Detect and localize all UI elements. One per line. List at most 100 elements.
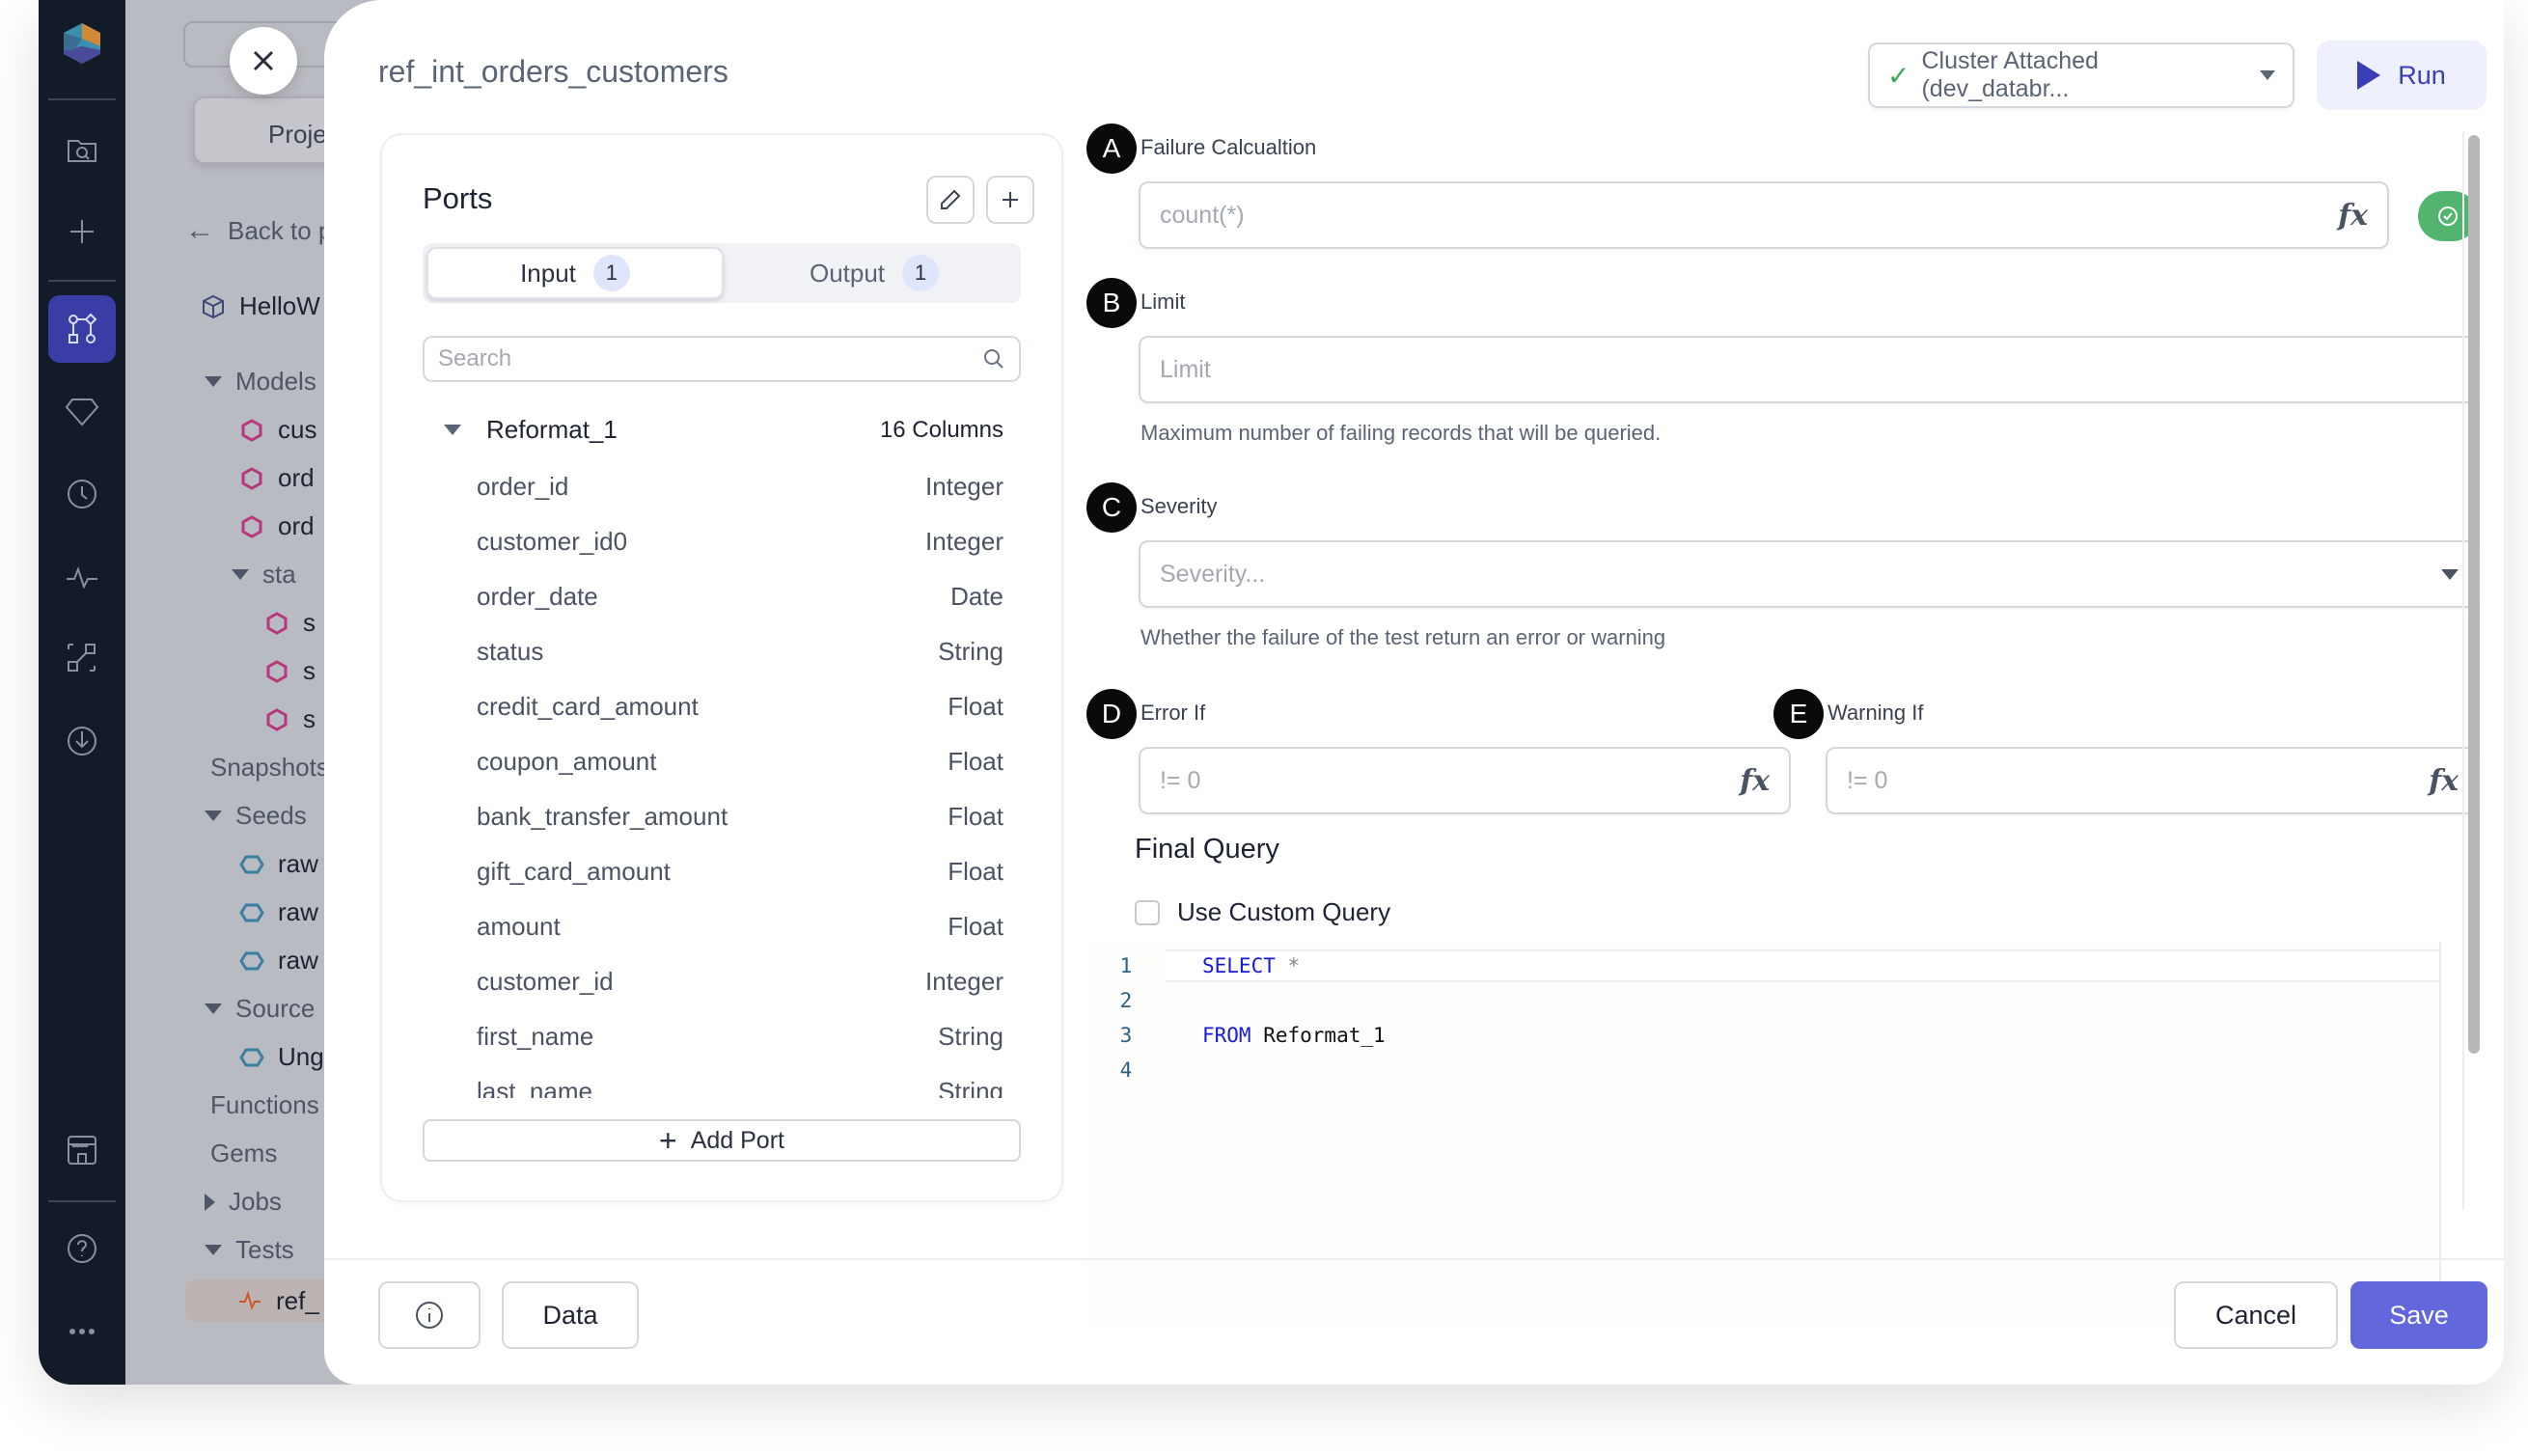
port-direction-tabs: Input 1 Output 1 [423, 243, 1021, 303]
column-row[interactable]: customer_id0 Integer [477, 514, 1003, 569]
column-type: Date [950, 582, 1003, 611]
footer-divider [324, 1258, 2504, 1260]
checkbox[interactable] [1135, 899, 1160, 925]
info-button[interactable] [378, 1281, 481, 1349]
warning-if-input[interactable]: != 0 fx [1826, 747, 2480, 814]
app-logo [64, 23, 100, 64]
close-button[interactable] [230, 27, 297, 95]
column-name: order_date [477, 582, 598, 611]
sql-editor[interactable]: 1 SELECT * 2 3 FROM Reformat_1 4 [1086, 942, 2441, 1328]
code-text: SELECT * [1166, 949, 2439, 982]
back-to-projects-link[interactable]: ← Back to p [185, 214, 332, 247]
modal-title: ref_int_orders_customers [378, 54, 728, 89]
column-row[interactable]: amount Float [477, 899, 1003, 954]
tree-item[interactable]: Source [205, 994, 315, 1024]
rail-item-help[interactable] [53, 1220, 111, 1277]
tree-item[interactable]: s [264, 608, 316, 638]
test-pulse-icon [239, 1290, 261, 1310]
pulse-icon [67, 566, 97, 590]
ports-search-input[interactable]: Search [423, 336, 1021, 382]
column-row[interactable]: bank_transfer_amount Float [477, 789, 1003, 844]
cluster-select[interactable]: ✓ Cluster Attached (dev_databr... [1868, 42, 2294, 108]
cancel-button[interactable]: Cancel [2174, 1281, 2338, 1349]
tree-item[interactable]: Jobs [205, 1187, 282, 1217]
lineage-icon [68, 644, 96, 672]
rail-item-more[interactable] [53, 1303, 111, 1360]
column-row[interactable]: coupon_amount Float [477, 734, 1003, 789]
code-line[interactable]: 2 [1086, 984, 2439, 1017]
arrow-left-icon: ← [185, 214, 214, 246]
tree-item[interactable]: raw [239, 897, 318, 927]
use-custom-query-checkbox[interactable]: Use Custom Query [1135, 897, 1390, 927]
failure-calculation-input[interactable]: count(*) fx [1139, 181, 2389, 249]
column-row[interactable]: status String [477, 624, 1003, 679]
tree-item[interactable]: Ung [239, 1042, 324, 1072]
tree-item[interactable]: Seeds [205, 801, 307, 831]
model-hexagon-icon [241, 418, 262, 442]
fx-icon[interactable]: fx [2429, 764, 2459, 798]
column-name: customer_id0 [477, 527, 628, 556]
save-button[interactable]: Save [2350, 1281, 2487, 1349]
column-row[interactable]: customer_id Integer [477, 954, 1003, 1009]
tree-item[interactable]: sta [232, 560, 296, 590]
pencil-icon [941, 189, 961, 209]
column-name: bank_transfer_amount [477, 802, 728, 831]
edit-ports-button[interactable] [926, 176, 975, 224]
column-row[interactable]: first_name String [477, 1009, 1003, 1064]
rail-item-jobs[interactable] [53, 465, 111, 523]
port-group-row[interactable]: Reformat_1 16 Columns [444, 415, 1003, 445]
form-scrollbar-thumb[interactable] [2468, 135, 2480, 1054]
error-if-input[interactable]: != 0 fx [1139, 747, 1791, 814]
rail-item-lineage[interactable] [53, 629, 111, 687]
rail-item-project-search[interactable] [53, 120, 111, 178]
tree-item[interactable]: raw [239, 946, 318, 975]
column-row[interactable]: order_id Integer [477, 459, 1003, 514]
rail-item-pipelines[interactable] [48, 295, 116, 363]
code-line[interactable]: 3 FROM Reformat_1 [1086, 1019, 2439, 1052]
project-root[interactable]: HelloW [201, 291, 320, 321]
tree-item[interactable]: Tests [205, 1235, 294, 1265]
info-icon [416, 1302, 443, 1329]
rail-item-marketplace[interactable] [53, 1121, 111, 1179]
fx-icon[interactable]: fx [1740, 764, 1770, 798]
tree-item[interactable]: raw [239, 849, 318, 879]
tree-item[interactable]: cus [239, 415, 316, 445]
column-row[interactable]: order_date Date [477, 569, 1003, 624]
tree-item[interactable]: Functions [210, 1090, 319, 1120]
severity-help: Whether the failure of the test return a… [1140, 625, 1666, 649]
model-hexagon-icon [266, 707, 288, 731]
limit-input[interactable]: Limit [1139, 336, 2480, 403]
severity-select[interactable]: Severity... [1139, 540, 2480, 608]
count-badge: 1 [902, 255, 940, 291]
rail-item-gems[interactable] [53, 382, 111, 440]
limit-help: Maximum number of failing records that w… [1140, 421, 1662, 445]
tree-item[interactable]: ord [239, 511, 315, 541]
code-line[interactable]: 1 SELECT * [1086, 949, 2439, 982]
column-row[interactable]: last_name String [477, 1064, 1003, 1098]
data-button[interactable]: Data [502, 1281, 639, 1349]
tree-item[interactable]: Snapshots [210, 753, 329, 783]
marker-b: B [1086, 278, 1137, 328]
tab-output[interactable]: Output 1 [728, 243, 1021, 303]
code-line[interactable]: 4 [1086, 1054, 2439, 1086]
add-port-button[interactable]: + Add Port [423, 1119, 1021, 1162]
clock-icon [68, 480, 96, 508]
rail-item-import[interactable] [53, 712, 111, 770]
tree-item[interactable]: s [264, 656, 316, 686]
limit-label: Limit [1140, 289, 1186, 314]
column-row[interactable]: gift_card_amount Float [477, 844, 1003, 899]
line-number: 3 [1119, 1024, 1133, 1047]
rail-item-add[interactable] [53, 203, 111, 261]
column-list[interactable]: order_id Integer customer_id0 Integer order_… [477, 459, 1003, 1098]
rail-item-observability[interactable] [53, 548, 111, 606]
column-row[interactable]: credit_card_amount Float [477, 679, 1003, 734]
tab-input[interactable]: Input 1 [426, 247, 724, 299]
tree-item[interactable]: Models [205, 367, 316, 397]
tree-item[interactable]: Gems [210, 1139, 277, 1168]
run-button[interactable]: Run [2317, 41, 2487, 110]
fx-icon[interactable]: fx [2338, 199, 2368, 233]
tree-item[interactable]: s [264, 704, 316, 734]
tree-item[interactable]: ord [239, 463, 315, 493]
rail-divider [48, 98, 116, 100]
add-port-icon-button[interactable] [986, 176, 1034, 224]
